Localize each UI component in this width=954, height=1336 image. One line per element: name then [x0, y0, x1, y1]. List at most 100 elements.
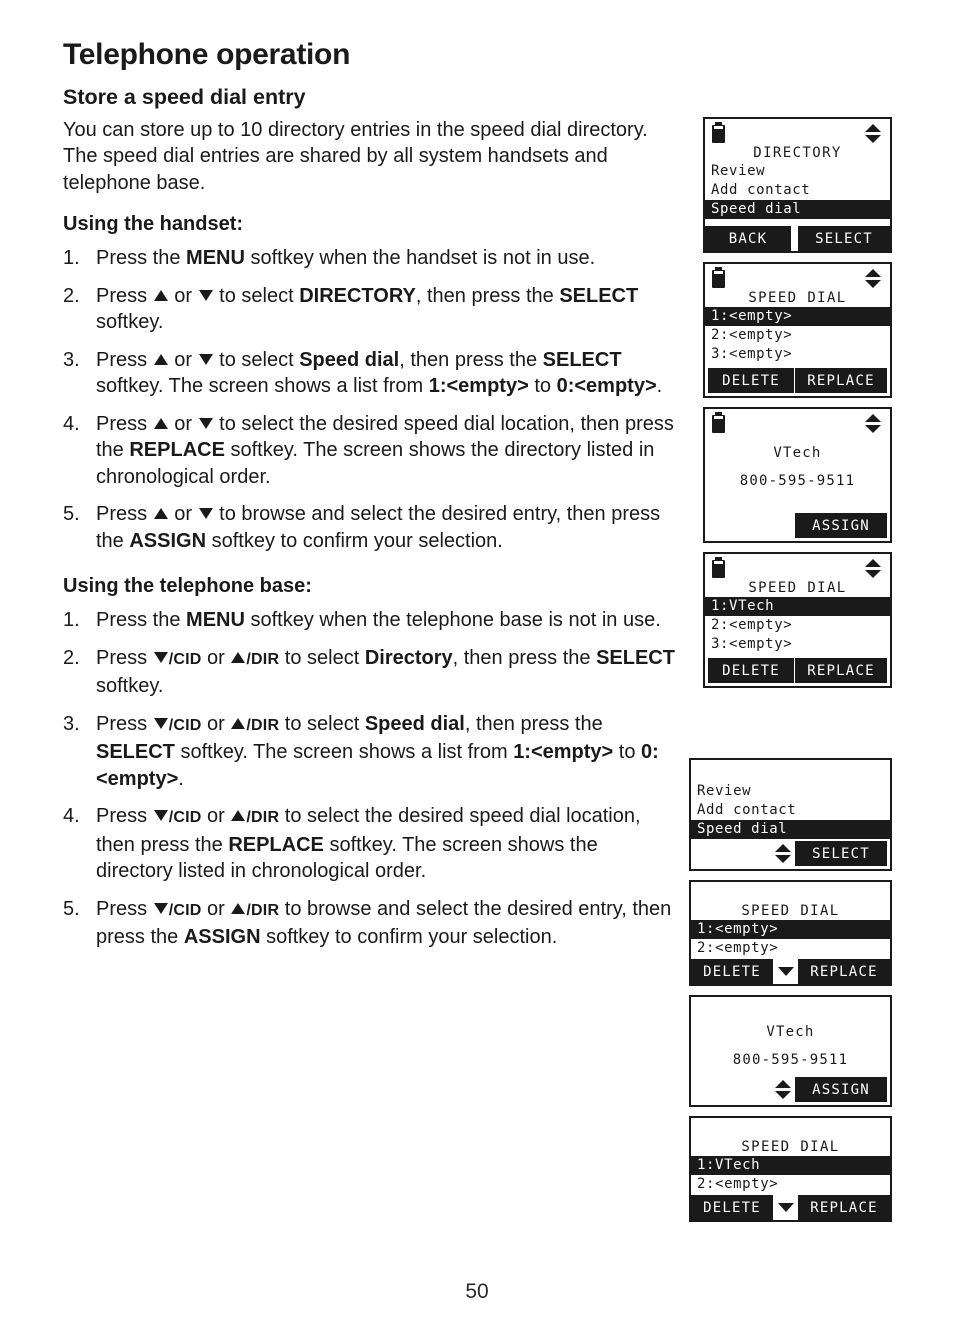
lcd-menu-item-selected[interactable]: Speed dial [691, 820, 890, 839]
step-number: 3. [63, 712, 80, 735]
arrow-up-icon [231, 717, 246, 729]
step-item: 3. Press or to select Speed dial, then pr… [63, 347, 678, 400]
arrow-down-icon [153, 717, 168, 729]
step-number: 5. [63, 503, 80, 526]
battery-icon [712, 267, 725, 288]
step-number: 1. [63, 609, 80, 632]
softkey-bar: DELETE REPLACE [708, 368, 887, 393]
lcd-list-item[interactable]: 2:<empty> [691, 1175, 890, 1194]
softkey-replace[interactable]: REPLACE [798, 1195, 890, 1220]
softkey-replace[interactable]: REPLACE [795, 368, 887, 393]
step-number: 2. [63, 284, 80, 307]
step-text: Press /CID or /DIR to browse and select … [96, 897, 672, 949]
lcd-menu-item[interactable]: Add contact [691, 801, 890, 820]
arrow-down-icon [198, 289, 213, 301]
step-number: 1. [63, 247, 80, 270]
lcd-list-item[interactable]: 2:<empty> [705, 326, 890, 345]
step-item: 5. Press /CID or /DIR to browse and selec… [63, 896, 678, 951]
step-item: 5. Press or to browse and select the desi… [63, 501, 678, 554]
lcd-list-item-selected[interactable]: 1:VTech [705, 597, 890, 616]
scroll-updown-icon [865, 414, 881, 433]
step-item: 1. Press the MENU softkey when the teleph… [63, 607, 678, 634]
status-bar [705, 267, 890, 289]
step-text: Press or to select DIRECTORY, then press… [96, 284, 639, 334]
lcd-list-item[interactable]: 3:<empty> [705, 635, 890, 654]
lcd-title: SPEED DIAL [748, 290, 847, 306]
base-screen-column: Review Add contact Speed dial SELECT SPE… [689, 758, 892, 1222]
scroll-down-icon [777, 967, 794, 976]
step-number: 3. [63, 348, 80, 371]
softkey-delete[interactable]: DELETE [708, 658, 794, 683]
status-bar [705, 122, 890, 144]
battery-icon [712, 557, 725, 578]
arrow-up-icon [231, 902, 246, 914]
lcd-list-item[interactable]: 3:<empty> [705, 345, 890, 364]
step-number: 4. [63, 805, 80, 828]
base-screen-directory: Review Add contact Speed dial SELECT [689, 758, 892, 871]
lcd-list-item-selected[interactable]: 1:<empty> [705, 307, 890, 326]
page-header: Telephone operation [63, 38, 351, 71]
arrow-down-icon [198, 508, 213, 520]
lcd-menu-item[interactable]: Add contact [705, 181, 890, 200]
scroll-down-icon-wrap [773, 1195, 798, 1220]
softkey-select[interactable]: SELECT [795, 841, 887, 866]
handset-step-list: 1. Press the MENU softkey when the handse… [63, 245, 678, 554]
intro-paragraph: You can store up to 10 directory entries… [63, 118, 648, 194]
lcd-title: SPEED DIAL [741, 1139, 840, 1155]
lcd-menu-item-selected[interactable]: Speed dial [705, 200, 890, 219]
page-number: 50 [465, 1280, 489, 1303]
lcd-menu-item[interactable]: Review [705, 162, 890, 181]
base-screen-speed-dial-empty: SPEED DIAL 1:<empty> 2:<empty> DELETE RE… [689, 880, 892, 986]
softkey-assign[interactable]: ASSIGN [795, 513, 887, 538]
softkey-delete[interactable]: DELETE [708, 368, 794, 393]
step-item: 2. Press or to select DIRECTORY, then pre… [63, 283, 678, 336]
text-column: Telephone operation Store a speed dial e… [63, 38, 678, 962]
step-text: Press or to select the desired speed dia… [96, 412, 674, 488]
battery-icon [712, 412, 725, 433]
arrow-down-icon [198, 417, 213, 429]
arrow-up-icon [153, 289, 168, 301]
scroll-updown-icon [775, 844, 791, 863]
lcd-menu-item[interactable]: Review [691, 782, 890, 801]
step-text: Press or to select Speed dial, then pres… [96, 348, 663, 398]
softkey-bar: ASSIGN [691, 1077, 887, 1102]
scroll-updown-icon [775, 1080, 791, 1099]
handset-screen-column: DIRECTORY Review Add contact Speed dial … [703, 117, 892, 688]
softkey-back[interactable]: BACK [705, 226, 791, 251]
arrow-up-icon [231, 651, 246, 663]
step-item: 4. Press or to select the desired speed d… [63, 411, 678, 491]
step-text: Press the MENU softkey when the telephon… [96, 609, 661, 632]
lcd-list-item[interactable]: 2:<empty> [691, 939, 890, 958]
handset-screen-speed-dial-empty: SPEED DIAL 1:<empty> 2:<empty> 3:<empty>… [703, 262, 892, 398]
scroll-down-icon-wrap [773, 959, 798, 984]
scroll-down-icon [777, 1203, 794, 1212]
softkey-replace[interactable]: REPLACE [795, 658, 887, 683]
handset-screen-directory: DIRECTORY Review Add contact Speed dial … [703, 117, 892, 253]
softkey-replace[interactable]: REPLACE [798, 959, 890, 984]
softkey-delete[interactable]: DELETE [691, 959, 773, 984]
lcd-list-item-selected[interactable]: 1:VTech [691, 1156, 890, 1175]
contact-number: 800-595-9511 [732, 1052, 849, 1068]
handset-heading: Using the handset: [63, 213, 244, 236]
softkey-select[interactable]: SELECT [798, 226, 890, 251]
step-item: 1. Press the MENU softkey when the handse… [63, 245, 678, 272]
softkey-delete[interactable]: DELETE [691, 1195, 773, 1220]
battery-icon [712, 122, 725, 143]
arrow-up-icon [153, 353, 168, 365]
scroll-updown-icon [865, 124, 881, 143]
base-step-list: 1. Press the MENU softkey when the teleph… [63, 607, 678, 951]
lcd-list-item-selected[interactable]: 1:<empty> [691, 920, 890, 939]
softkey-assign[interactable]: ASSIGN [795, 1077, 887, 1102]
base-screen-speed-dial-filled: SPEED DIAL 1:VTech 2:<empty> DELETE REPL… [689, 1116, 892, 1222]
base-screen-contact: VTech 800-595-9511 ASSIGN [689, 995, 892, 1107]
softkey-bar: DELETE REPLACE [691, 959, 890, 984]
lcd-title: SPEED DIAL [741, 903, 840, 919]
handset-screen-speed-dial-filled: SPEED DIAL 1:VTech 2:<empty> 3:<empty> D… [703, 552, 892, 688]
softkey-bar: ASSIGN [705, 513, 887, 538]
lcd-list-item[interactable]: 2:<empty> [705, 616, 890, 635]
arrow-up-icon [231, 810, 246, 822]
step-number: 2. [63, 646, 80, 669]
softkey-bar: BACK SELECT [705, 226, 890, 251]
scroll-updown-icon [865, 559, 881, 578]
arrow-up-icon [153, 508, 168, 520]
